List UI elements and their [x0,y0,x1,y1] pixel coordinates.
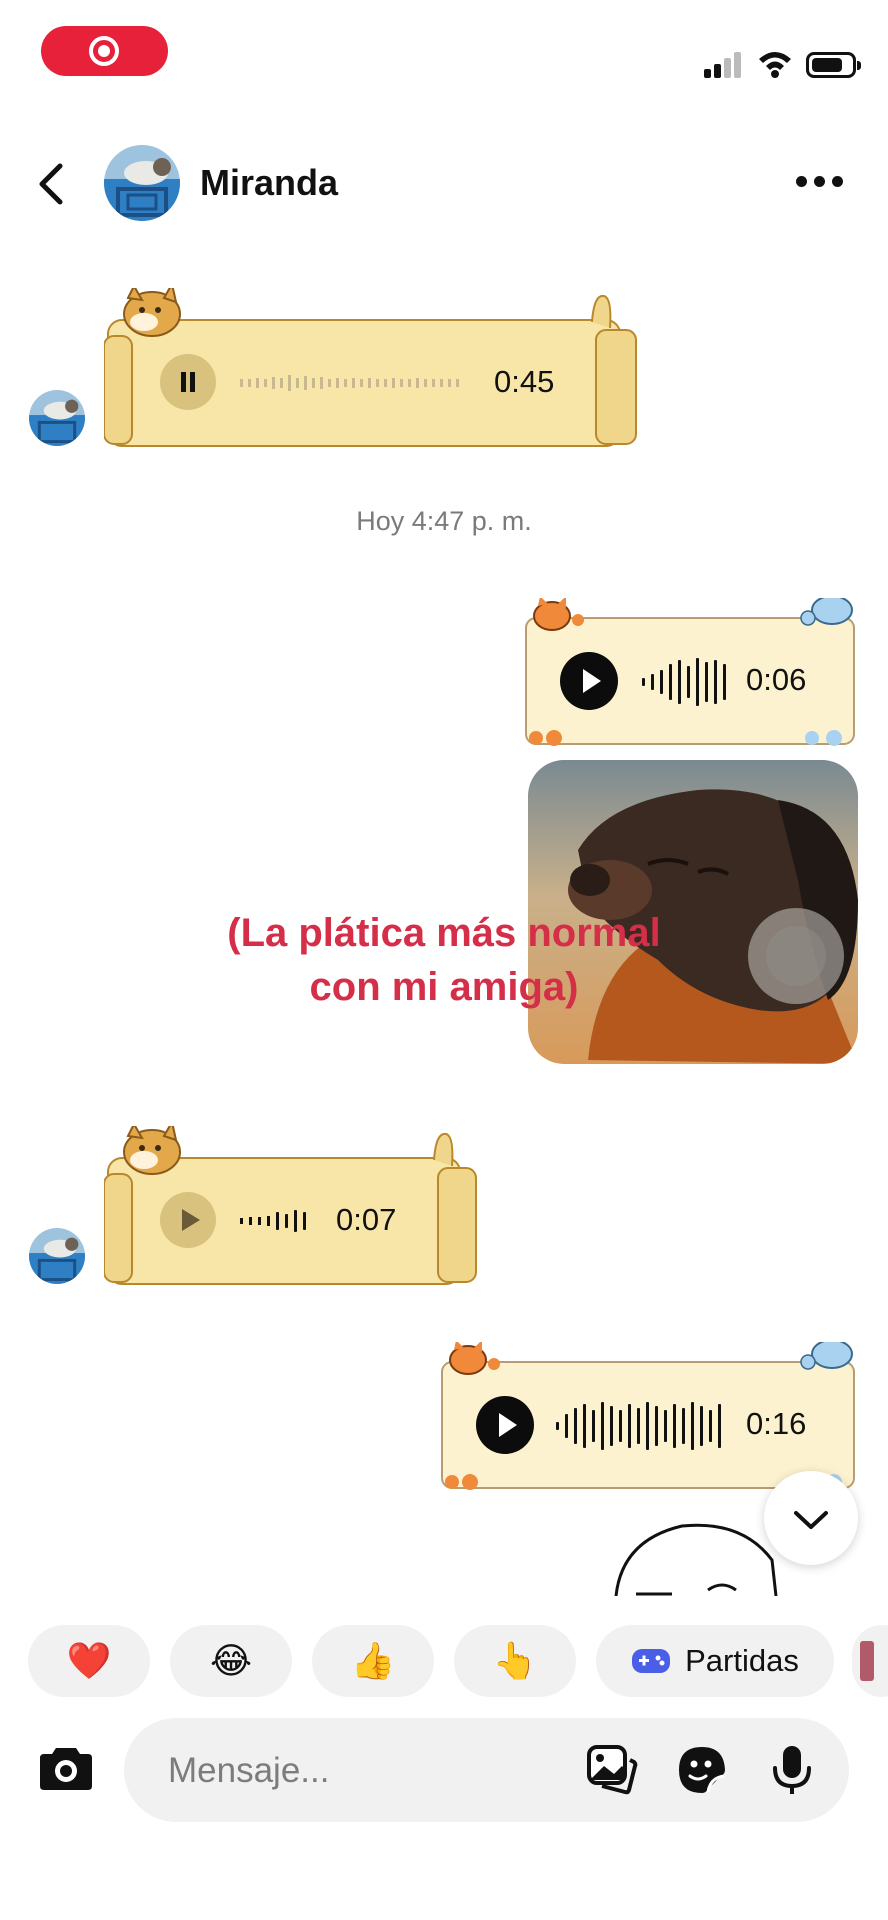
sender-avatar[interactable] [29,1228,85,1284]
voice-message-incoming[interactable]: 0:45 [104,288,639,448]
waveform [240,375,459,391]
voice-message-incoming[interactable]: 0:07 [104,1126,478,1286]
games-button[interactable]: Partidas [596,1625,834,1697]
voice-duration: 0:45 [494,364,555,399]
message-composer [124,1718,849,1822]
pause-icon [181,372,195,392]
caption-line-2: con mi amiga) [309,965,579,1009]
scroll-to-bottom-button[interactable] [764,1471,858,1565]
waveform [642,658,726,706]
more-options-button[interactable] [796,176,844,192]
meme-sticker-partial[interactable] [612,1520,778,1596]
microphone-icon[interactable] [766,1744,818,1796]
contact-avatar[interactable] [104,145,180,221]
wifi-icon [759,52,791,78]
waveform [556,1402,721,1450]
caption-line-1: (La plática más normal [227,911,661,955]
screen-record-indicator[interactable] [41,26,168,76]
play-icon [182,1209,200,1231]
avatar-image [29,1228,85,1284]
reaction-laughing-button[interactable]: 😂 [170,1625,292,1697]
thumbs-up-icon: 👍 [350,1640,396,1681]
reaction-heart-button[interactable]: ❤️ [28,1625,150,1697]
play-button[interactable] [160,1192,216,1248]
avatar-image [104,145,180,221]
chevron-down-icon [794,1511,828,1529]
record-dot [98,45,110,57]
gallery-icon[interactable] [586,1744,638,1796]
voice-duration: 0:06 [746,662,807,697]
pointing-up-icon: 👆 [492,1640,538,1681]
pause-button[interactable] [160,354,216,410]
camera-button[interactable] [38,1744,94,1792]
back-button[interactable] [32,160,72,208]
cellular-signal-icon [704,50,744,78]
message-input[interactable] [166,1742,570,1800]
voice-duration: 0:07 [336,1202,397,1237]
more-reactions-chip[interactable] [852,1625,888,1697]
overlay-caption: (La plática más normal con mi amiga) [150,906,738,1014]
laughing-emoji-icon: 😂 [209,1640,253,1681]
play-button[interactable] [476,1396,534,1454]
avatar-image [29,390,85,446]
play-button[interactable] [560,652,618,710]
sticker-icon[interactable] [676,1744,728,1796]
sender-avatar[interactable] [29,390,85,446]
games-label: Partidas [685,1643,799,1678]
game-controller-icon [632,1649,671,1673]
reaction-thumbs-up-button[interactable]: 👍 [312,1625,434,1697]
message-timestamp: Hoy 4:47 p. m. [356,506,532,536]
voice-message-outgoing[interactable]: 0:06 [520,598,860,748]
voice-message-outgoing[interactable]: 0:16 [436,1342,860,1492]
reaction-pointing-up-button[interactable]: 👆 [454,1625,576,1697]
waveform [240,1210,306,1232]
heart-icon: ❤️ [66,1640,112,1681]
battery-icon [806,52,861,78]
sticker-thumbnail [860,1641,874,1681]
contact-name[interactable]: Miranda [200,162,338,204]
voice-duration: 0:16 [746,1406,807,1441]
